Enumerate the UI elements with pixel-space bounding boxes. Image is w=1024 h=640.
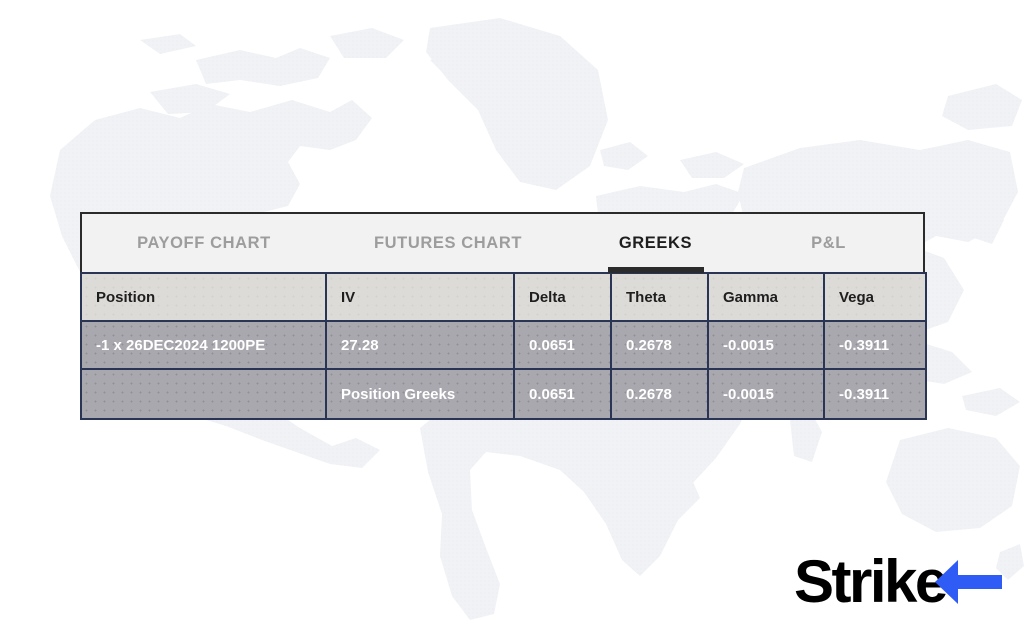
- tab-pl-label: P&L: [811, 233, 846, 252]
- cell-position-empty: [80, 368, 327, 420]
- tab-greeks[interactable]: GREEKS: [570, 214, 741, 272]
- cell-delta: 0.0651: [513, 320, 612, 370]
- tab-greeks-label: GREEKS: [618, 233, 693, 252]
- table-body: -1 x 26DEC2024 1200PE 27.28 0.0651 0.267…: [80, 320, 927, 420]
- column-header-theta: Theta: [610, 272, 709, 322]
- greeks-panel: PAYOFF CHART FUTURES CHART GREEKS P&L Po…: [80, 212, 927, 420]
- greeks-table: Position IV Delta Theta Gamma Vega -1 x …: [80, 272, 927, 420]
- tab-futures-chart[interactable]: FUTURES CHART: [326, 214, 570, 272]
- table-row-position-greeks[interactable]: Position Greeks 0.0651 0.2678 -0.0015 -0…: [80, 368, 927, 420]
- cell-theta: 0.2678: [610, 320, 709, 370]
- cell-total-gamma: -0.0015: [707, 368, 825, 420]
- table-header: Position IV Delta Theta Gamma Vega: [80, 272, 927, 322]
- cell-vega: -0.3911: [823, 320, 927, 370]
- cell-total-delta: 0.0651: [513, 368, 612, 420]
- table-row[interactable]: -1 x 26DEC2024 1200PE 27.28 0.0651 0.267…: [80, 320, 927, 370]
- column-header-iv: IV: [325, 272, 515, 322]
- cell-position: -1 x 26DEC2024 1200PE: [80, 320, 327, 370]
- cell-gamma: -0.0015: [707, 320, 825, 370]
- column-header-delta: Delta: [513, 272, 612, 322]
- strike-logo: Strike: [794, 546, 1002, 618]
- tab-payoff-chart[interactable]: PAYOFF CHART: [82, 214, 326, 272]
- cell-total-theta: 0.2678: [610, 368, 709, 420]
- cell-iv: 27.28: [325, 320, 515, 370]
- strike-wordmark-text: Strike: [794, 548, 947, 615]
- tab-pl[interactable]: P&L: [741, 214, 916, 272]
- tab-futures-chart-label: FUTURES CHART: [373, 233, 523, 252]
- tab-bar: PAYOFF CHART FUTURES CHART GREEKS P&L: [80, 212, 925, 272]
- tab-payoff-chart-label: PAYOFF CHART: [137, 233, 271, 252]
- column-header-vega: Vega: [823, 272, 927, 322]
- table-header-row: Position IV Delta Theta Gamma Vega: [80, 272, 927, 322]
- column-header-gamma: Gamma: [707, 272, 825, 322]
- cell-position-greeks-label: Position Greeks: [325, 368, 515, 420]
- cell-total-vega: -0.3911: [823, 368, 927, 420]
- column-header-position: Position: [80, 272, 327, 322]
